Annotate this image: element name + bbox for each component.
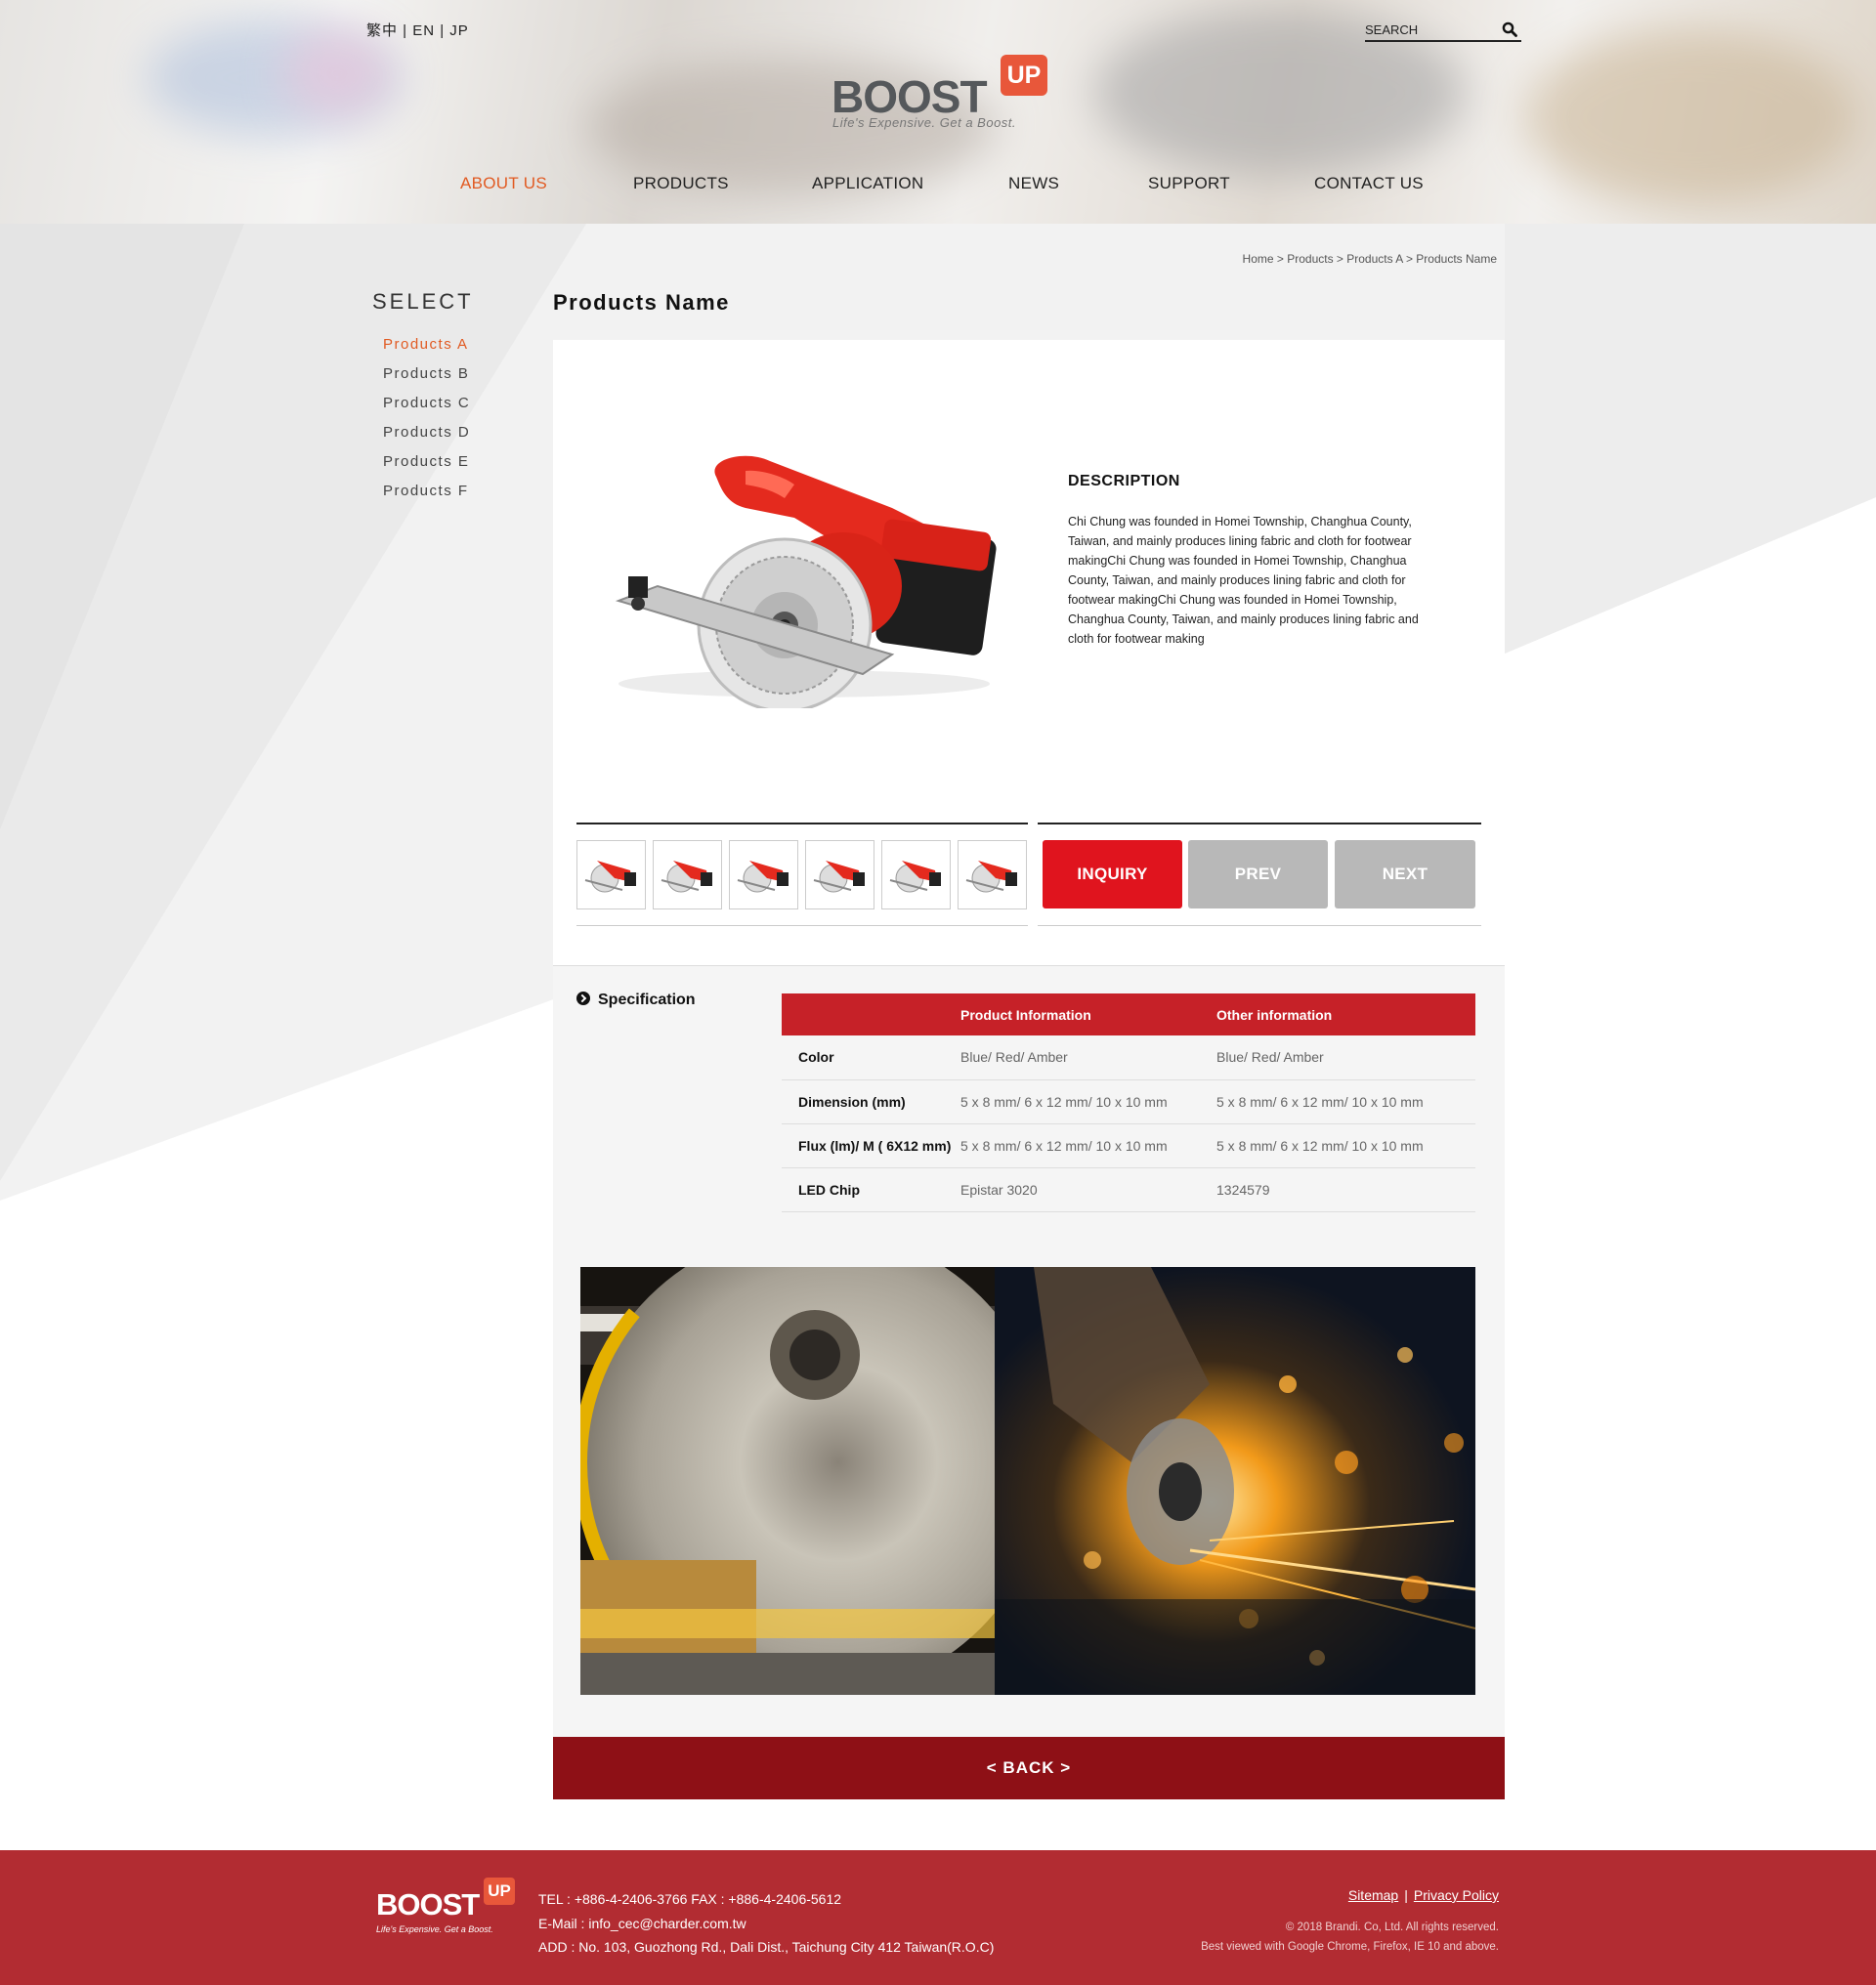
product-main-image [615, 455, 997, 708]
footer-link-separator: | [1404, 1887, 1408, 1903]
product-thumbnail[interactable] [576, 840, 646, 909]
table-cell: Blue/ Red/ Amber [1216, 1035, 1475, 1080]
sidebar-item-products-a[interactable]: Products A [383, 336, 470, 365]
sidebar-item-products-e[interactable]: Products E [383, 453, 470, 483]
privacy-policy-link[interactable]: Privacy Policy [1414, 1887, 1499, 1903]
search-input[interactable] [1365, 19, 1492, 40]
table-row: Color Blue/ Red/ Amber Blue/ Red/ Amber [782, 1035, 1475, 1080]
table-header-cell: Other information [1216, 993, 1475, 1035]
product-thumbnail[interactable] [653, 840, 722, 909]
product-thumbnail[interactable] [729, 840, 798, 909]
language-switch[interactable]: 繁中 | EN | JP [366, 20, 469, 40]
table-row: Flux (lm)/ M ( 6X12 mm) 5 x 8 mm/ 6 x 12… [782, 1123, 1475, 1168]
table-row: LED Chip Epistar 3020 1324579 [782, 1167, 1475, 1212]
page-title: Products Name [553, 290, 730, 315]
footer-logo[interactable]: BOOST UP Life's Expensive. Get a Boost. [376, 1876, 515, 1934]
chevron-circle-right-icon [576, 992, 590, 1005]
footer-email[interactable]: E-Mail : info_cec@charder.com.tw [538, 1912, 994, 1936]
application-photos [580, 1267, 1475, 1695]
logo-tagline: Life's Expensive. Get a Boost. [832, 115, 1017, 130]
product-thumbnail[interactable] [881, 840, 951, 909]
product-actions: INQUIRY PREV NEXT [1038, 823, 1481, 926]
table-cell: 5 x 8 mm/ 6 x 12 mm/ 10 x 10 mm [960, 1123, 1216, 1168]
site-footer: BOOST UP Life's Expensive. Get a Boost. … [0, 1850, 1876, 1985]
row-label: Flux (lm)/ M ( 6X12 mm) [782, 1123, 960, 1168]
thumbnail-strip [576, 823, 1028, 926]
product-card: DESCRIPTION Chi Chung was founded in Hom… [553, 340, 1505, 965]
footer-tel-fax: TEL : +886-4-2406-3766 FAX : +886-4-2406… [538, 1891, 842, 1907]
nav-contact-us[interactable]: CONTACT US [1314, 174, 1424, 193]
specification-label: Specification [598, 992, 696, 1008]
nav-about-us[interactable]: ABOUT US [460, 174, 547, 193]
search-box[interactable] [1365, 19, 1521, 42]
specification-table: Product Information Other information Co… [782, 993, 1475, 1212]
sidebar-item-products-c[interactable]: Products C [383, 395, 470, 424]
product-thumbnail[interactable] [805, 840, 874, 909]
product-thumbnail[interactable] [958, 840, 1027, 909]
nav-support[interactable]: SUPPORT [1148, 174, 1230, 193]
table-row: Dimension (mm) 5 x 8 mm/ 6 x 12 mm/ 10 x… [782, 1079, 1475, 1124]
nav-application[interactable]: APPLICATION [812, 174, 923, 193]
row-label: Dimension (mm) [782, 1079, 960, 1124]
inquiry-button[interactable]: INQUIRY [1043, 840, 1182, 908]
sidebar-menu: Products A Products B Products C Product… [383, 336, 470, 512]
specification-heading: Specification [576, 992, 696, 1009]
sidebar-item-products-b[interactable]: Products B [383, 365, 470, 395]
specification-section: Specification Product Information Other … [553, 965, 1505, 1737]
table-header-row: Product Information Other information [782, 993, 1475, 1035]
browser-note: Best viewed with Google Chrome, Firefox,… [1201, 1941, 1499, 1953]
footer-links: Sitemap | Privacy Policy [1270, 1887, 1499, 1903]
breadcrumb[interactable]: Home > Products > Products A > Products … [1075, 252, 1497, 266]
table-cell: 5 x 8 mm/ 6 x 12 mm/ 10 x 10 mm [1216, 1123, 1475, 1168]
description-title: DESCRIPTION [1068, 473, 1180, 489]
footer-logo-badge: UP [484, 1878, 515, 1905]
sidebar-item-products-f[interactable]: Products F [383, 483, 470, 512]
description-text: Chi Chung was founded in Homei Township,… [1068, 515, 1419, 646]
row-label: Color [782, 1035, 960, 1080]
table-cell: Blue/ Red/ Amber [960, 1035, 1216, 1080]
nav-products[interactable]: PRODUCTS [633, 174, 729, 193]
table-cell: 5 x 8 mm/ 6 x 12 mm/ 10 x 10 mm [1216, 1079, 1475, 1124]
saw-blade-photo [580, 1267, 995, 1695]
site-header: 繁中 | EN | JP BOOST UP Life's Expensive. … [0, 0, 1876, 224]
row-label: LED Chip [782, 1167, 960, 1212]
footer-copyright: © 2018 Brandi. Co, Ltd. All rights reser… [1075, 1918, 1499, 1957]
nav-news[interactable]: NEWS [1008, 174, 1059, 193]
footer-address: ADD : No. 103, Guozhong Rd., Dali Dist.,… [538, 1939, 995, 1955]
copyright-text: © 2018 Brandi. Co, Ltd. All rights reser… [1285, 1922, 1499, 1933]
sidebar-item-products-d[interactable]: Products D [383, 424, 470, 453]
next-button[interactable]: NEXT [1335, 840, 1475, 908]
grinder-sparks-photo [995, 1267, 1475, 1695]
footer-logo-tagline: Life's Expensive. Get a Boost. [376, 1924, 493, 1934]
sitemap-link[interactable]: Sitemap [1348, 1887, 1398, 1903]
table-cell: 1324579 [1216, 1167, 1475, 1212]
prev-button[interactable]: PREV [1188, 840, 1328, 908]
table-header-cell: Product Information [960, 993, 1216, 1035]
logo-badge: UP [1001, 55, 1047, 96]
table-cell: 5 x 8 mm/ 6 x 12 mm/ 10 x 10 mm [960, 1079, 1216, 1124]
main-nav: ABOUT US PRODUCTS APPLICATION NEWS SUPPO… [0, 174, 1876, 197]
site-logo[interactable]: BOOST UP Life's Expensive. Get a Boost. [831, 51, 1051, 133]
footer-contact: TEL : +886-4-2406-3766 FAX : +886-4-2406… [538, 1887, 994, 1960]
footer-logo-wordmark: BOOST [376, 1887, 480, 1922]
back-button[interactable]: < BACK > [553, 1737, 1505, 1799]
table-cell: Epistar 3020 [960, 1167, 1216, 1212]
table-header-cell [782, 993, 960, 1035]
sidebar-title: SELECT [372, 289, 474, 314]
search-icon[interactable] [1502, 21, 1517, 37]
